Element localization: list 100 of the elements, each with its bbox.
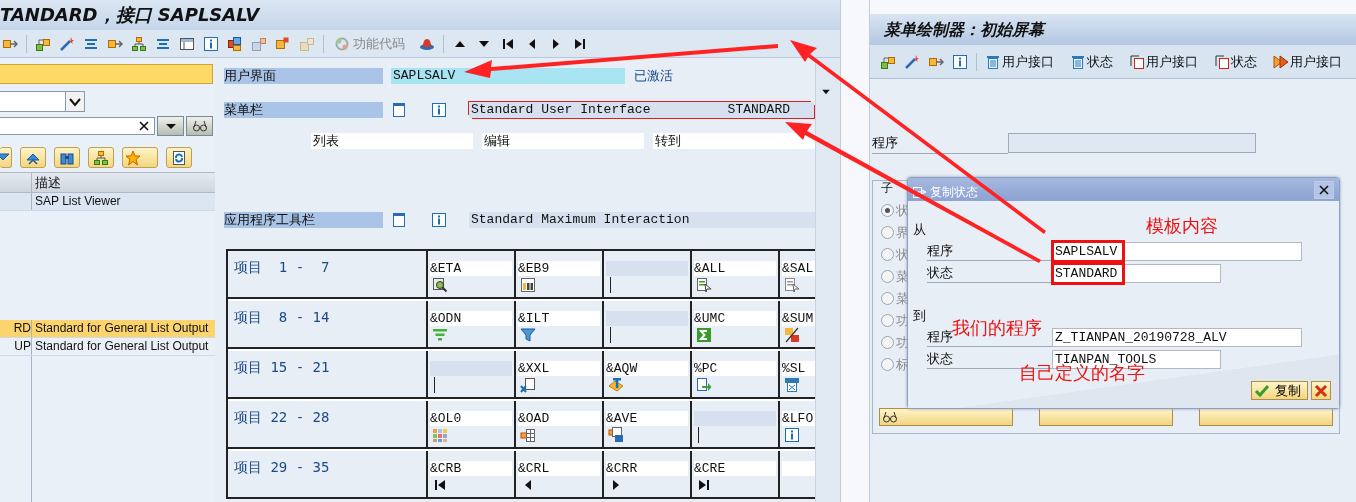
empty-field[interactable]: [606, 261, 688, 276]
radio-button[interactable]: [881, 292, 894, 305]
list-row[interactable]: UP Standard for General List Output: [0, 338, 215, 356]
annotation-text: 模板内容: [1146, 215, 1218, 237]
toolbar-button[interactable]: 状态: [1070, 52, 1121, 71]
function-code-field[interactable]: %PC: [694, 361, 776, 376]
function-code-field[interactable]: &LFO: [782, 411, 815, 426]
function-code-field[interactable]: &CRE: [694, 461, 776, 476]
toolbar-field[interactable]: Standard Maximum Interaction: [469, 212, 815, 228]
option-label: 菜: [896, 267, 909, 286]
spreadsheet-icon: [520, 377, 536, 393]
copy-icon: [912, 184, 928, 201]
row-label: 项目 1 - 7: [228, 251, 428, 297]
hierarchy-icon[interactable]: [131, 35, 147, 52]
function-code-field[interactable]: &SAL: [782, 261, 815, 276]
table-cell: RD: [13, 320, 31, 337]
row-label: 项目 29 - 35: [228, 451, 428, 497]
function-code-field[interactable]: &ODN: [430, 311, 512, 326]
cancel-button[interactable]: [1311, 381, 1331, 400]
option-label: 状: [896, 245, 909, 264]
sort-icon: [432, 327, 448, 343]
radio-button[interactable]: [881, 270, 894, 283]
info-icon[interactable]: [431, 102, 447, 118]
dropdown-button[interactable]: [157, 116, 184, 136]
display-button[interactable]: [879, 408, 1013, 426]
info-icon[interactable]: [203, 35, 219, 52]
menu-field[interactable]: 转到: [653, 133, 815, 149]
toolbar-button[interactable]: 状态: [1214, 52, 1265, 71]
function-code-field[interactable]: &AVE: [606, 411, 688, 426]
window-title: TANDARD，接口 SAPLSALV: [0, 0, 840, 30]
subtotal-icon: [784, 327, 800, 343]
glasses-button[interactable]: [186, 116, 213, 136]
radio-button[interactable]: [881, 314, 894, 327]
search-field[interactable]: [0, 117, 155, 135]
list-row[interactable]: RD Standard for General List Output: [0, 320, 215, 338]
dialog-title: 复制状态: [912, 184, 978, 201]
favorites-button[interactable]: [122, 147, 158, 168]
text-icon: [608, 377, 624, 393]
first-page-icon: [432, 477, 448, 493]
trash-icon: [985, 53, 1001, 70]
row-label: 项目 8 - 14: [228, 301, 428, 347]
input-field[interactable]: STANDARD: [1052, 264, 1221, 283]
close-button[interactable]: [1314, 180, 1334, 199]
function-code-field[interactable]: &ETA: [430, 261, 512, 276]
input-field[interactable]: [0, 64, 213, 84]
empty-field[interactable]: [606, 311, 688, 326]
function-code-field[interactable]: &ILT: [518, 311, 600, 326]
empty-field[interactable]: [430, 361, 512, 376]
objects-icon[interactable]: [227, 35, 243, 52]
radio-button[interactable]: [881, 248, 894, 261]
function-code-field[interactable]: &CRB: [430, 461, 512, 476]
table-icon[interactable]: [179, 35, 195, 52]
print-icon: [784, 377, 800, 393]
function-code-field[interactable]: &UMC: [694, 311, 776, 326]
input-field[interactable]: Z_TIANPAN_20190728_ALV: [1052, 328, 1302, 347]
select-all-icon: [696, 277, 712, 293]
function-code-field[interactable]: &OAD: [518, 411, 600, 426]
radio-button[interactable]: [881, 204, 894, 217]
function-code-field[interactable]: &ALL: [694, 261, 776, 276]
document-icon[interactable]: [391, 212, 407, 228]
toolbar-button[interactable]: 用户接口: [1273, 52, 1350, 71]
copy-button[interactable]: 复制: [1251, 381, 1308, 400]
menu-bar-field[interactable]: Standard User Interface STANDARD: [469, 102, 814, 118]
collapse-button[interactable]: [20, 147, 46, 168]
interface-field[interactable]: SAPLSALV: [391, 68, 625, 84]
function-code-field[interactable]: &CRL: [518, 461, 600, 476]
refresh-button[interactable]: [166, 147, 192, 168]
function-code-field[interactable]: &CRR: [606, 461, 688, 476]
info-icon[interactable]: [431, 212, 447, 228]
menu-field[interactable]: 编辑: [482, 133, 644, 149]
radio-button[interactable]: [881, 336, 894, 349]
function-code-field[interactable]: &OL0: [430, 411, 512, 426]
glasses-icon: [882, 409, 898, 425]
input-field[interactable]: SAPLSALV: [1052, 242, 1302, 261]
radio-button[interactable]: [881, 358, 894, 371]
export-icon: [696, 377, 712, 393]
function-icon: [334, 35, 350, 52]
dropdown-field[interactable]: [0, 91, 85, 112]
program-field[interactable]: [1008, 133, 1256, 153]
toolbar-button[interactable]: 用户接口: [1129, 52, 1206, 71]
find-button[interactable]: [54, 147, 80, 168]
function-code-field[interactable]: %SL: [782, 361, 815, 376]
function-code-field[interactable]: &XXL: [518, 361, 600, 376]
document-icon[interactable]: [391, 102, 407, 118]
glasses-icon: [191, 118, 208, 134]
expand-button[interactable]: [0, 147, 12, 168]
empty-field[interactable]: [694, 411, 776, 426]
last-page-icon: [696, 477, 712, 493]
function-code-field[interactable]: &SUM: [782, 311, 815, 326]
function-code-field[interactable]: &EB9: [518, 261, 600, 276]
radio-button[interactable]: [881, 226, 894, 239]
hierarchy-button[interactable]: [88, 147, 114, 168]
table-cell: Standard for General List Output: [35, 339, 209, 353]
function-code-field[interactable]: &AQW: [606, 361, 688, 376]
objects-icon[interactable]: [275, 35, 291, 52]
list-row[interactable]: SAP List Viewer: [0, 193, 215, 211]
info-icon[interactable]: [952, 53, 968, 70]
menu-field[interactable]: 列表: [311, 133, 473, 149]
field-label: 用户界面: [224, 68, 383, 84]
toolbar-button[interactable]: 用户接口: [985, 52, 1062, 71]
